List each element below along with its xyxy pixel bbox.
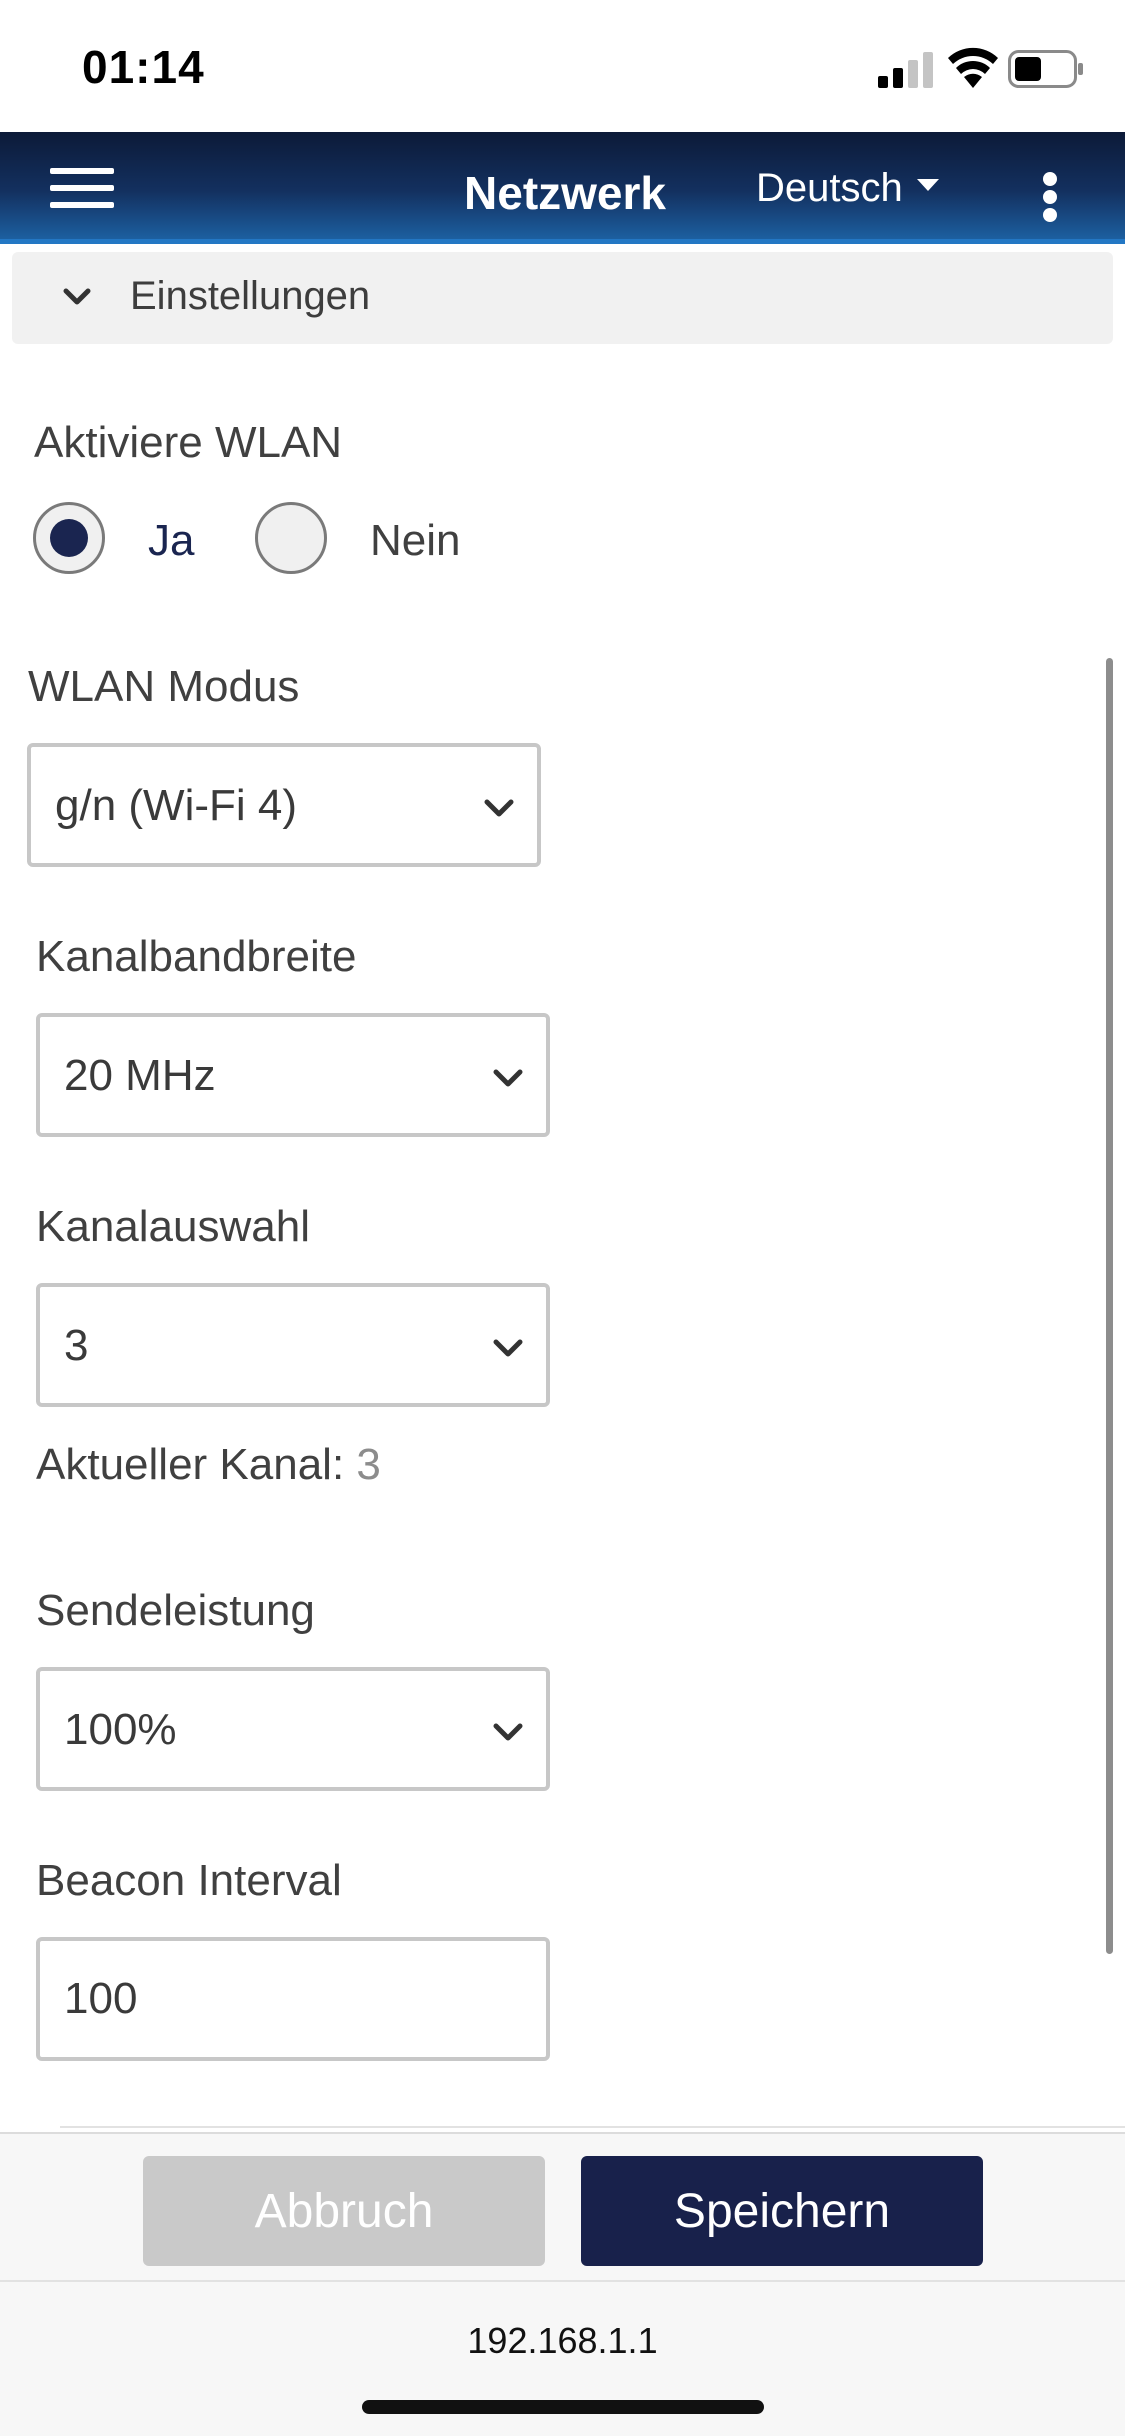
content-divider: [60, 2126, 1125, 2128]
chevron-down-icon: [493, 1723, 523, 1741]
settings-section-header[interactable]: Einstellungen: [12, 252, 1113, 344]
current-channel-value: 3: [356, 1440, 381, 1489]
channel-selection-value: 3: [64, 1321, 89, 1370]
language-label: Deutsch: [756, 166, 903, 210]
chevron-down-icon: [493, 1069, 523, 1087]
transmit-power-label: Sendeleistung: [36, 1586, 315, 1635]
channel-bandwidth-select[interactable]: 20 MHz: [36, 1013, 550, 1137]
hamburger-menu-icon[interactable]: [50, 168, 114, 212]
chevron-down-icon: [63, 288, 91, 305]
radio-yes[interactable]: [33, 502, 105, 574]
home-indicator[interactable]: [362, 2400, 764, 2414]
more-options-icon[interactable]: [1040, 172, 1060, 222]
status-bar: 01:14: [0, 0, 1125, 132]
wlan-mode-value: g/n (Wi-Fi 4): [55, 781, 297, 830]
browser-address-bar: 192.168.1.1: [0, 2280, 1125, 2436]
beacon-interval-input[interactable]: [36, 1937, 550, 2061]
channel-selection-label: Kanalauswahl: [36, 1202, 310, 1251]
channel-bandwidth-value: 20 MHz: [64, 1051, 216, 1100]
transmit-power-select[interactable]: 100%: [36, 1667, 550, 1791]
radio-yes-label[interactable]: Ja: [148, 516, 194, 566]
channel-selection-select[interactable]: 3: [36, 1283, 550, 1407]
beacon-interval-label: Beacon Interval: [36, 1856, 342, 1905]
wlan-enable-label: Aktiviere WLAN: [34, 418, 343, 467]
current-channel-label: Aktueller Kanal:: [36, 1440, 345, 1489]
address-url[interactable]: 192.168.1.1: [0, 2320, 1125, 2362]
cellular-signal-icon: [878, 52, 933, 88]
radio-no-label[interactable]: Nein: [370, 516, 461, 566]
app-header: Netzwerk Deutsch: [0, 132, 1125, 244]
chevron-down-icon: [484, 799, 514, 817]
battery-icon: [1008, 50, 1083, 88]
status-time: 01:14: [82, 41, 205, 93]
action-footer: Abbruch Speichern: [0, 2132, 1125, 2280]
radio-no[interactable]: [255, 502, 327, 574]
scrollbar[interactable]: [1106, 658, 1113, 1954]
current-channel-info: Aktueller Kanal: 3: [36, 1440, 381, 1490]
page-title: Netzwerk: [464, 167, 666, 219]
save-button[interactable]: Speichern: [581, 2156, 983, 2266]
channel-bandwidth-label: Kanalbandbreite: [36, 932, 357, 981]
language-dropdown[interactable]: Deutsch: [756, 166, 939, 211]
wifi-icon: [948, 47, 998, 88]
cancel-button[interactable]: Abbruch: [143, 2156, 545, 2266]
transmit-power-value: 100%: [64, 1705, 177, 1754]
wlan-mode-label: WLAN Modus: [28, 662, 300, 711]
section-label: Einstellungen: [130, 274, 371, 318]
chevron-down-icon: [493, 1339, 523, 1357]
caret-down-icon: [916, 179, 939, 192]
wlan-mode-select[interactable]: g/n (Wi-Fi 4): [27, 743, 541, 867]
